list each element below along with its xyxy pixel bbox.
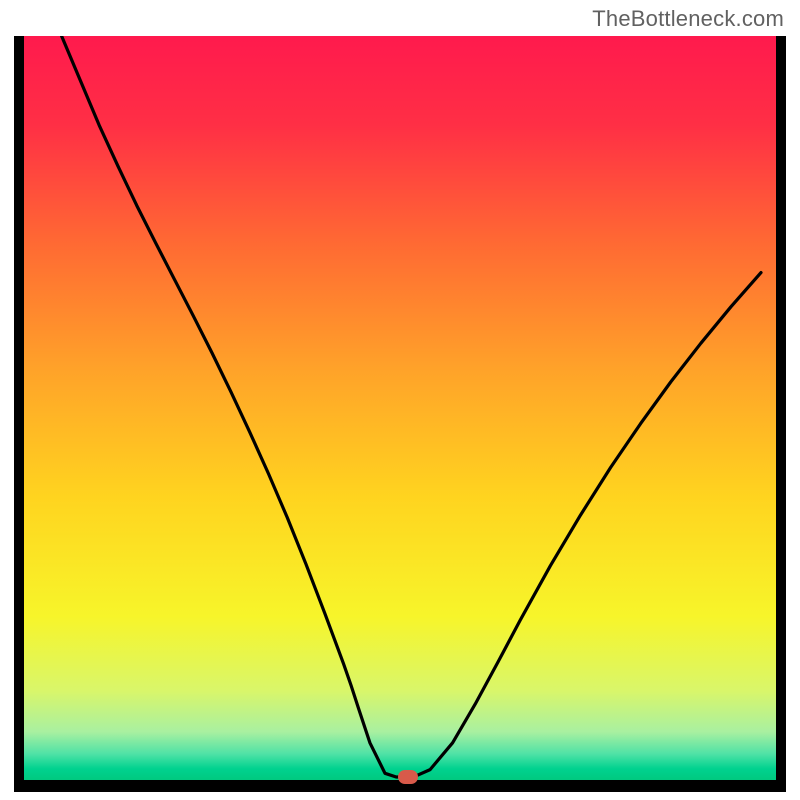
chart-frame — [14, 36, 786, 792]
attribution-label: TheBottleneck.com — [592, 6, 784, 32]
optimal-marker — [398, 770, 418, 784]
chart-container: TheBottleneck.com — [0, 0, 800, 800]
plot-svg — [24, 36, 776, 780]
gradient-background — [24, 36, 776, 780]
plot-area — [24, 36, 776, 780]
